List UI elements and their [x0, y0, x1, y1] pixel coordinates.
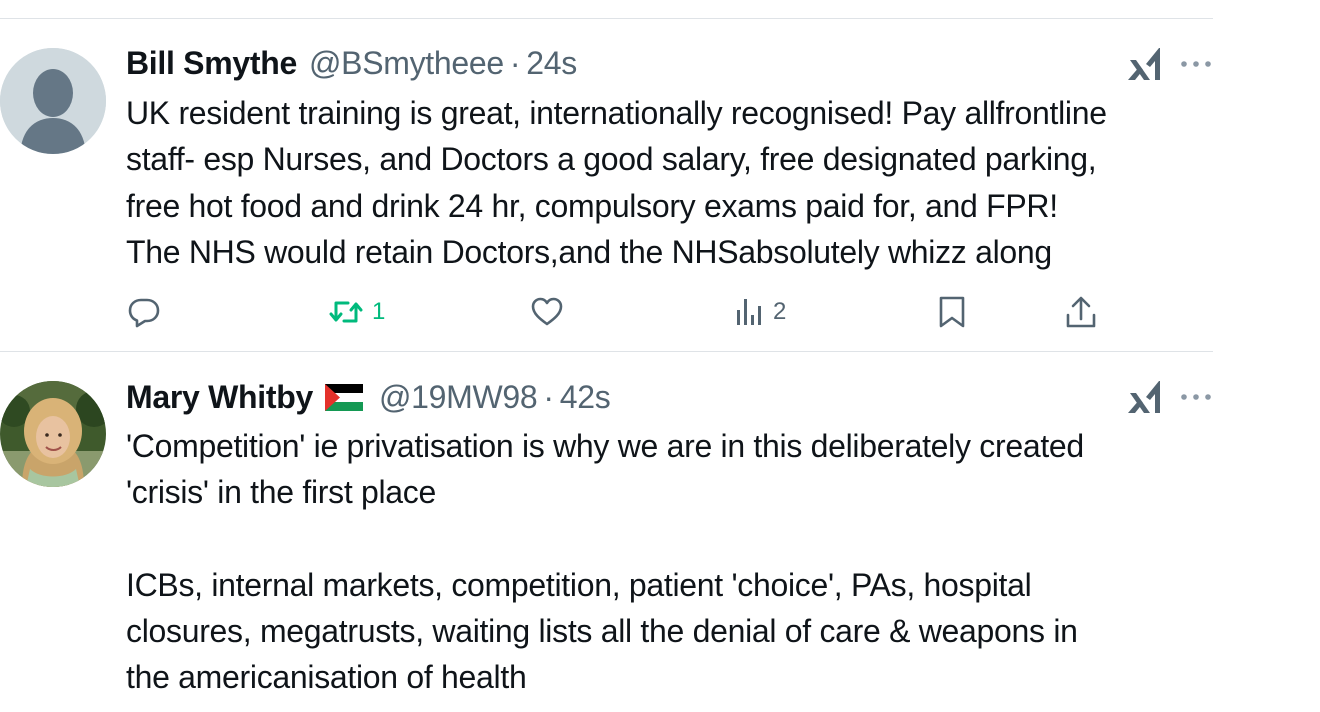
repost-icon [329, 301, 363, 323]
bookmark-icon [939, 296, 965, 328]
bookmark-button[interactable] [937, 290, 967, 334]
tweet-text-line: The NHS would retain Doctors,and the NHS… [126, 233, 1052, 270]
tweet-text-line: 'crisis' in the first place [126, 474, 436, 511]
tweet-text: 'Competition' ie privatisation is why we… [126, 423, 1216, 701]
timeline: Bill Smythe @BSmytheee · 24s UK resident… [0, 0, 1320, 712]
tweet-text: UK resident training is great, internati… [126, 90, 1216, 275]
timestamp[interactable]: 42s [560, 379, 611, 416]
tweet-text-line: UK resident training is great, internati… [126, 95, 1107, 131]
user-handle[interactable]: @BSmytheee [309, 45, 504, 82]
reply-button[interactable] [127, 290, 169, 334]
display-name[interactable]: Mary Whitby [126, 379, 313, 416]
tweet-header: Bill Smythe @BSmytheee · 24s [126, 43, 577, 83]
tweet-divider [0, 351, 1213, 352]
palestine-flag-icon [324, 383, 363, 411]
timestamp[interactable]: 24s [526, 45, 577, 82]
like-icon [531, 297, 563, 326]
tweet-text-line: ICBs, internal markets, competition, pat… [126, 566, 1032, 603]
default-avatar-icon [0, 48, 106, 154]
more-options-icon[interactable] [1179, 59, 1213, 69]
user-photo [0, 381, 106, 487]
tweet-text-line: the americanisation of health [126, 659, 527, 696]
display-name[interactable]: Bill Smythe [126, 45, 297, 82]
views-button[interactable]: 2 [735, 290, 786, 334]
tweet-text-blank-line [126, 516, 1216, 562]
grok-icon[interactable] [1126, 46, 1162, 82]
tweet-text-line: free hot food and drink 24 hr, compulsor… [126, 187, 1058, 224]
user-handle[interactable]: @19MW98 [379, 379, 538, 416]
tweet-divider [0, 18, 1213, 19]
avatar[interactable] [0, 381, 106, 487]
separator: · [543, 378, 554, 415]
reply-icon [128, 298, 160, 328]
separator: · [509, 44, 521, 81]
share-button[interactable] [1065, 290, 1097, 334]
share-icon [1066, 296, 1096, 328]
tweet-header: Mary Whitby @19MW98 · 42s [126, 377, 611, 417]
tweet-text-line: staff- esp Nurses, and Doctors a good sa… [126, 141, 1097, 178]
repost-button[interactable]: 1 [328, 290, 385, 334]
views-icon [737, 299, 761, 325]
tweet-actions: 1 2 [0, 290, 1213, 334]
repost-count: 1 [372, 298, 386, 325]
more-options-icon[interactable] [1179, 392, 1213, 402]
avatar[interactable] [0, 48, 106, 154]
grok-icon[interactable] [1126, 379, 1162, 415]
tweet-text-line: closures, megatrusts, waiting lists all … [126, 613, 1078, 650]
tweet-text-line: 'Competition' ie privatisation is why we… [126, 428, 1084, 464]
views-count: 2 [773, 298, 787, 325]
like-button[interactable] [530, 290, 572, 334]
